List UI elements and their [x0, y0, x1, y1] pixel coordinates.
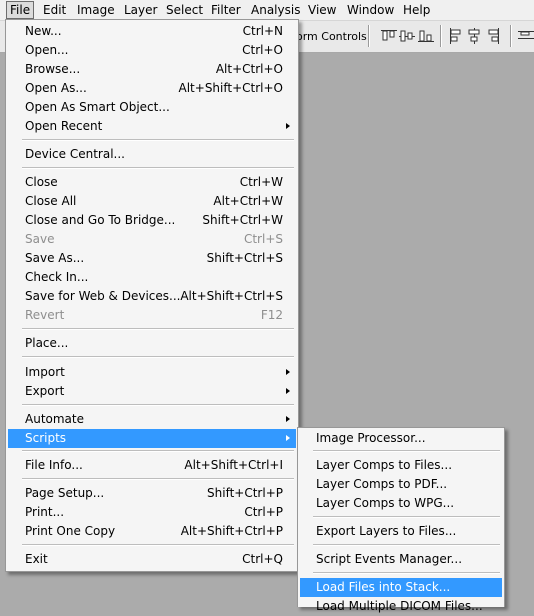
- submenu-arrow-icon: [286, 416, 290, 422]
- menu-item-open-as[interactable]: Open As... Alt+Shift+Ctrl+O: [8, 79, 296, 98]
- menu-item-open-smart-object[interactable]: Open As Smart Object...: [8, 98, 296, 117]
- scripts-submenu: Image Processor... Layer Comps to Files.…: [297, 427, 505, 613]
- align-top-icon[interactable]: [380, 27, 398, 45]
- options-divider: [510, 25, 511, 47]
- menu-image[interactable]: Image: [74, 2, 118, 18]
- menu-item-export[interactable]: Export: [8, 382, 296, 401]
- menu-item-close-all[interactable]: Close All Alt+Ctrl+W: [8, 192, 296, 211]
- menu-filter[interactable]: Filter: [208, 2, 244, 18]
- file-menu-dropdown: New... Ctrl+N Open... Ctrl+O Browse... Alt+…: [5, 19, 299, 572]
- options-divider: [368, 25, 369, 47]
- menu-item-close[interactable]: Close Ctrl+W: [8, 173, 296, 192]
- menu-item-scripts[interactable]: Scripts: [8, 429, 296, 448]
- menu-item-save-for-web[interactable]: Save for Web & Devices... Alt+Shift+Ctrl+…: [8, 287, 296, 306]
- menu-item-import[interactable]: Import: [8, 363, 296, 382]
- menu-separator: [22, 544, 294, 546]
- submenu-arrow-icon: [286, 435, 290, 441]
- menu-file[interactable]: File: [6, 1, 35, 19]
- submenu-arrow-icon: [286, 123, 290, 129]
- menu-window[interactable]: Window: [344, 2, 397, 18]
- menu-item-automate[interactable]: Automate: [8, 410, 296, 429]
- menu-item-save: Save Ctrl+S: [25, 232, 283, 246]
- menu-separator: [313, 544, 500, 546]
- submenu-item-script-events-manager[interactable]: Script Events Manager...: [300, 550, 502, 569]
- menu-item-place[interactable]: Place...: [8, 334, 296, 353]
- menu-separator: [313, 450, 500, 452]
- menu-separator: [313, 572, 500, 574]
- menu-item-exit[interactable]: Exit Ctrl+Q: [8, 550, 296, 569]
- align-bottom-icon[interactable]: [417, 27, 435, 45]
- menu-item-revert: Revert F12: [25, 308, 283, 322]
- menu-separator: [22, 478, 294, 480]
- submenu-item-layer-comps-to-files[interactable]: Layer Comps to Files...: [300, 456, 502, 475]
- submenu-arrow-icon: [286, 388, 290, 394]
- submenu-item-load-files-into-stack[interactable]: Load Files into Stack...: [300, 578, 502, 597]
- menu-separator: [22, 450, 294, 452]
- show-transform-controls-label[interactable]: orm Controls: [296, 30, 367, 43]
- options-divider: [440, 25, 441, 47]
- align-right-icon[interactable]: [484, 27, 502, 45]
- menu-item-save-as[interactable]: Save As... Shift+Ctrl+S: [8, 249, 296, 268]
- menu-item-print[interactable]: Print... Ctrl+P: [8, 503, 296, 522]
- align-horizontal-center-icon[interactable]: [465, 27, 483, 45]
- menu-item-close-and-go-to-bridge[interactable]: Close and Go To Bridge... Shift+Ctrl+W: [8, 211, 296, 230]
- submenu-item-layer-comps-to-wpg[interactable]: Layer Comps to WPG...: [300, 494, 502, 513]
- menu-item-file-info[interactable]: File Info... Alt+Shift+Ctrl+I: [8, 456, 296, 475]
- menu-separator: [22, 167, 294, 169]
- menu-item-device-central[interactable]: Device Central...: [8, 145, 296, 164]
- menu-layer[interactable]: Layer: [121, 2, 160, 18]
- menu-item-open[interactable]: Open... Ctrl+O: [8, 41, 296, 60]
- menu-item-browse[interactable]: Browse... Alt+Ctrl+O: [8, 60, 296, 79]
- submenu-item-layer-comps-to-pdf[interactable]: Layer Comps to PDF...: [300, 475, 502, 494]
- menu-separator: [22, 356, 294, 358]
- menu-item-new[interactable]: New... Ctrl+N: [8, 22, 296, 41]
- submenu-arrow-icon: [286, 369, 290, 375]
- align-vertical-center-icon[interactable]: [398, 27, 416, 45]
- submenu-item-image-processor[interactable]: Image Processor...: [300, 429, 502, 448]
- menu-item-open-recent[interactable]: Open Recent: [8, 117, 296, 136]
- menu-separator: [22, 139, 294, 141]
- menu-analysis[interactable]: Analysis: [248, 2, 303, 18]
- menu-item-page-setup[interactable]: Page Setup... Shift+Ctrl+P: [8, 484, 296, 503]
- submenu-item-load-multiple-dicom-files[interactable]: Load Multiple DICOM Files...: [300, 597, 502, 616]
- menu-separator: [22, 404, 294, 406]
- menu-separator: [22, 328, 294, 330]
- menu-select[interactable]: Select: [163, 2, 206, 18]
- submenu-item-export-layers-to-files[interactable]: Export Layers to Files...: [300, 522, 502, 541]
- menu-help[interactable]: Help: [400, 2, 433, 18]
- menu-bar: File Edit Image Layer Select Filter Anal…: [0, 0, 534, 21]
- menu-item-print-one-copy[interactable]: Print One Copy Alt+Shift+Ctrl+P: [8, 522, 296, 541]
- distribute-top-icon[interactable]: [517, 27, 534, 45]
- menu-item-check-in[interactable]: Check In...: [8, 268, 296, 287]
- menu-separator: [313, 516, 500, 518]
- menu-view[interactable]: View: [305, 2, 339, 18]
- align-left-icon[interactable]: [447, 27, 465, 45]
- menu-edit[interactable]: Edit: [40, 2, 69, 18]
